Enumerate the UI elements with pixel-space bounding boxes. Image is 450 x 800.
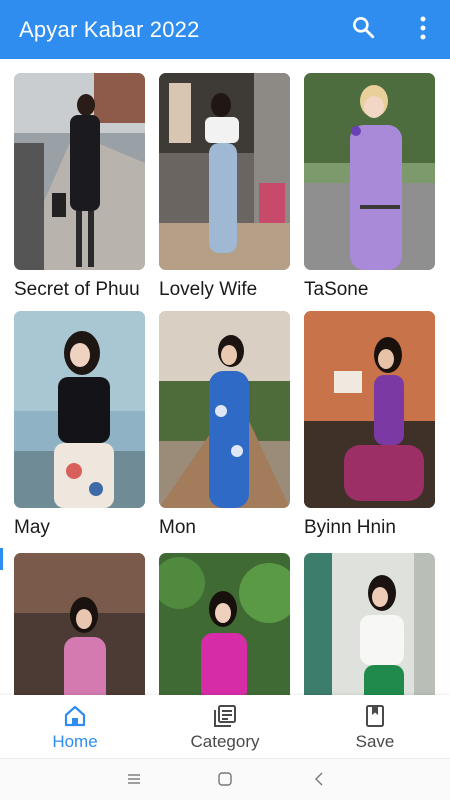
app-bar: Apyar Kabar 2022: [0, 0, 450, 59]
nav-home[interactable]: Home: [0, 695, 150, 758]
story-thumbnail[interactable]: [159, 73, 290, 270]
story-thumbnail[interactable]: [159, 553, 290, 695]
story-card[interactable]: Mon: [159, 311, 290, 539]
story-card[interactable]: [304, 553, 435, 695]
app-title: Apyar Kabar 2022: [19, 16, 200, 42]
home-circle-icon[interactable]: [217, 771, 233, 787]
home-icon: [64, 705, 86, 727]
story-caption: Secret of Phuu: [14, 279, 140, 300]
story-card[interactable]: TaSone: [304, 73, 435, 301]
story-caption: Lovely Wife: [159, 279, 258, 300]
story-card[interactable]: May: [14, 311, 145, 539]
scroll-indicator[interactable]: [0, 548, 3, 570]
bookmark-icon: [366, 705, 384, 727]
nav-save-label: Save: [355, 732, 395, 751]
story-grid: Secret of Phuu Lovely Wife TaSone May Mo…: [0, 59, 450, 695]
system-nav-bar: [0, 758, 450, 800]
story-thumbnail[interactable]: [14, 553, 145, 695]
story-thumbnail[interactable]: [304, 73, 435, 270]
back-icon[interactable]: [312, 771, 328, 787]
nav-category[interactable]: Category: [150, 695, 300, 758]
recents-icon[interactable]: [126, 771, 142, 787]
search-icon[interactable]: [350, 14, 376, 40]
story-caption: TaSone: [304, 279, 369, 300]
story-card[interactable]: Byinn Hnin: [304, 311, 435, 539]
story-caption: May: [14, 517, 50, 538]
bottom-navigation: Home Category Save: [0, 695, 450, 758]
story-thumbnail[interactable]: [159, 311, 290, 508]
more-vert-icon[interactable]: [411, 14, 435, 42]
story-card[interactable]: [159, 553, 290, 695]
nav-home-label: Home: [52, 732, 98, 751]
story-card[interactable]: Secret of Phuu: [14, 73, 145, 301]
story-caption: Mon: [159, 517, 196, 538]
nav-category-label: Category: [190, 732, 260, 751]
category-icon: [214, 705, 236, 727]
story-card[interactable]: Lovely Wife: [159, 73, 290, 301]
nav-save[interactable]: Save: [300, 695, 450, 758]
story-thumbnail[interactable]: [304, 553, 435, 695]
story-caption: Byinn Hnin: [304, 517, 396, 538]
story-card[interactable]: [14, 553, 145, 695]
story-thumbnail[interactable]: [304, 311, 435, 508]
story-thumbnail[interactable]: [14, 73, 145, 270]
story-thumbnail[interactable]: [14, 311, 145, 508]
